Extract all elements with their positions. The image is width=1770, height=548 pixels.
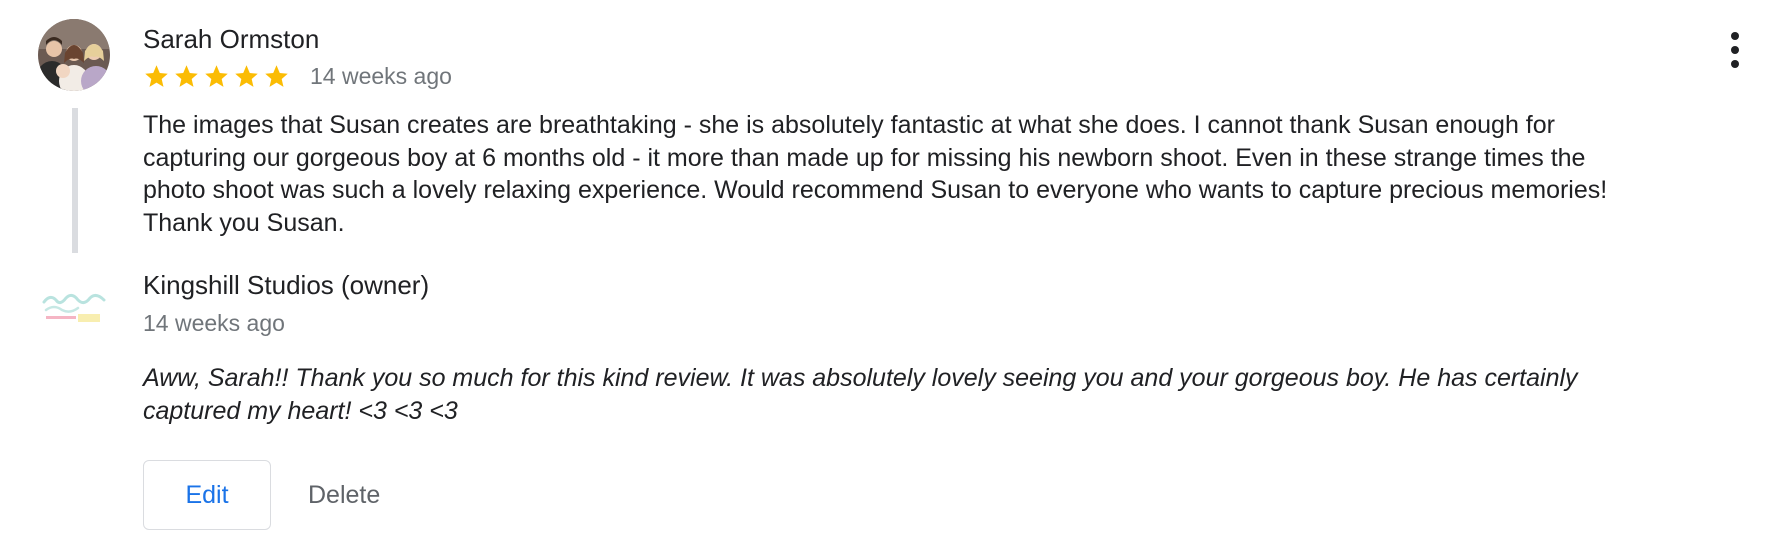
owner-name: Kingshill Studios (owner) [143,270,430,300]
kingshill-logo-icon [42,293,106,322]
delete-reply-button[interactable]: Delete [292,460,396,530]
reviewer-avatar[interactable] [38,19,110,91]
star-icon [175,64,198,87]
review-text: The images that Susan creates are breath… [143,111,1608,237]
star-icon [205,64,228,87]
star-icon [235,64,258,87]
reviewer-photo [38,19,110,91]
more-vert-icon [1731,60,1739,68]
owner-logo [40,280,110,328]
more-vert-icon [1731,46,1739,54]
review-date: 14 weeks ago [310,62,452,89]
owner-reply-text: Aww, Sarah!! Thank you so much for this … [143,364,1578,425]
more-vert-icon [1731,32,1739,40]
star-icon [145,64,168,87]
rating-row: 14 weeks ago [143,60,452,92]
reply-date: 14 weeks ago [143,310,285,336]
thread-line [72,108,78,253]
reviewer-name[interactable]: Sarah Ormston [143,24,319,55]
star-icon [265,64,288,87]
star-rating [143,63,290,90]
review-card: Sarah Ormston 14 weeks ago The images th… [0,0,1770,548]
edit-reply-button[interactable]: Edit [143,460,271,530]
more-options-button[interactable] [1728,32,1742,68]
